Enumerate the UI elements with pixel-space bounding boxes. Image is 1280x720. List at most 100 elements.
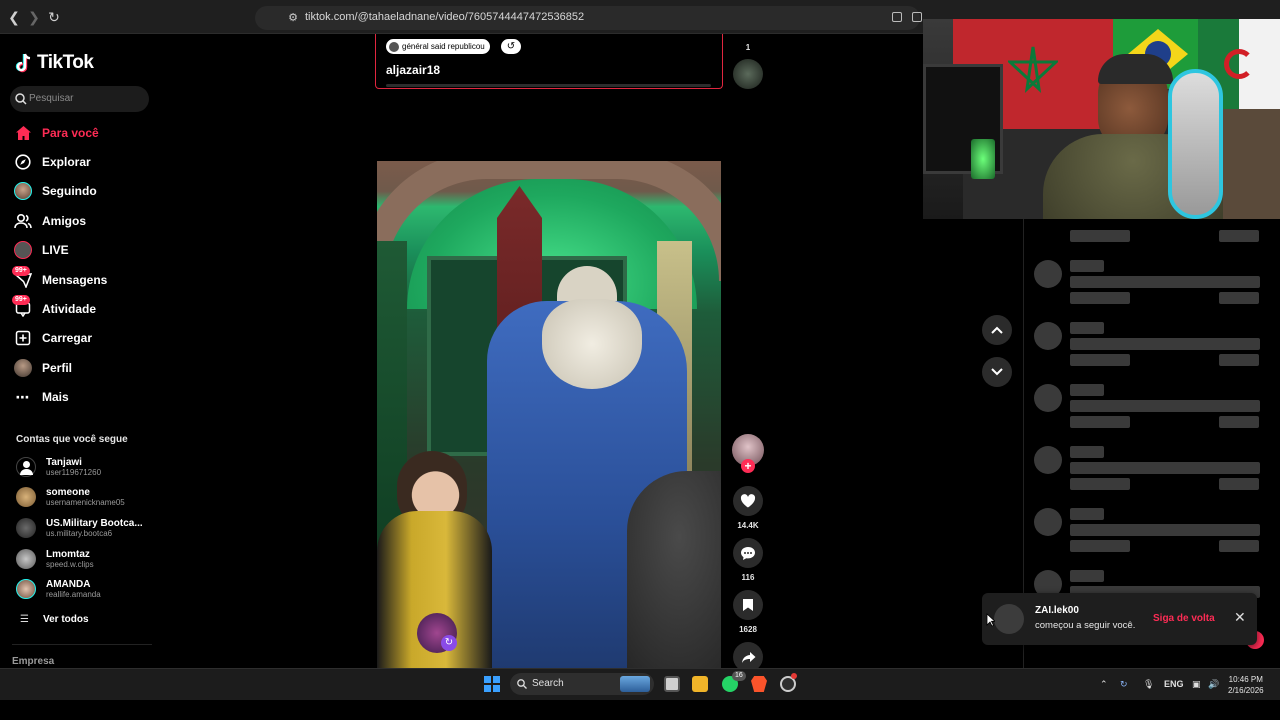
account-item[interactable]: someone usernamenickname05 (16, 483, 125, 511)
account-name: someone (46, 487, 90, 498)
account-username: speed.w.clips (46, 560, 94, 569)
nav-label: Carregar (42, 331, 93, 345)
account-item[interactable]: AMANDA reallife.amanda (16, 575, 101, 603)
forward-icon[interactable]: ❯ (26, 9, 42, 25)
mouse-cursor-icon (986, 613, 995, 627)
footer-link-empresa[interactable]: Empresa (12, 656, 54, 667)
avatar (16, 457, 36, 477)
save-button[interactable] (733, 590, 763, 620)
task-view-icon[interactable] (664, 676, 680, 692)
see-all-button[interactable]: ☰ Ver todos (20, 614, 89, 625)
compass-icon (14, 153, 32, 171)
nav-label: Mensagens (42, 273, 108, 287)
account-item[interactable]: US.Military Bootca... us.military.bootca6 (16, 514, 143, 542)
account-name: AMANDA (46, 579, 91, 590)
repost-avatar (389, 41, 399, 52)
nav-item-seguindo[interactable]: Seguindo (14, 179, 97, 203)
microphone-icon[interactable]: 🎙 (1143, 679, 1154, 690)
nav-item-mensagens[interactable]: 99+ Mensagens (12, 266, 108, 292)
nav-label: Explorar (42, 155, 91, 169)
following-section-title: Contas que você segue (16, 434, 128, 445)
notification-username[interactable]: ZAI.lek00 (1035, 605, 1079, 616)
tiktok-logo[interactable]: TikTok (15, 52, 94, 74)
address-bar[interactable]: ⚙ tiktok.com/@tahaeladnane/video/7605744… (255, 6, 920, 30)
sidebar: TikTok Pesquisar Para você Explorar Segu… (0, 34, 160, 668)
repost-icon[interactable]: ↺ (501, 39, 521, 54)
whatsapp-badge: 16 (732, 671, 746, 681)
nav-label: Perfil (42, 361, 73, 375)
search-placeholder: Pesquisar (29, 93, 74, 104)
nav-item-amigos[interactable]: Amigos (14, 209, 86, 233)
nav-item-carregar[interactable]: Carregar (14, 326, 92, 350)
like-button[interactable] (733, 486, 763, 516)
nav-item-perfil[interactable]: Perfil (14, 356, 72, 380)
sync-icon[interactable]: ↻ (1120, 679, 1128, 690)
file-explorer-icon[interactable] (692, 676, 708, 692)
brave-browser-icon[interactable] (751, 676, 767, 692)
comment-skeleton (1070, 292, 1130, 304)
white-shawl (542, 299, 642, 389)
nav-label: Amigos (42, 214, 87, 228)
nav-item-live[interactable]: LIVE (14, 238, 69, 262)
previous-video-button[interactable] (982, 315, 1012, 345)
couch (1223, 109, 1280, 219)
follow-notification[interactable]: ZAI.lek00 começou a seguir você. Siga de… (982, 593, 1257, 645)
comment-skeleton (1070, 446, 1104, 458)
account-name: Tanjawi (46, 457, 82, 468)
windows-start-icon[interactable] (484, 676, 500, 692)
system-clock[interactable]: 10:46 PM 2/16/2026 (1228, 674, 1264, 696)
more-icon: ⋯ (15, 389, 31, 405)
nav-label: Seguindo (42, 184, 97, 198)
follow-plus-icon[interactable]: + (741, 459, 755, 473)
next-video-button[interactable] (982, 357, 1012, 387)
chevron-up-icon[interactable]: ⌃ (1100, 679, 1108, 690)
comment-skeleton (1219, 416, 1259, 428)
nav-item-explorar[interactable]: Explorar (14, 150, 91, 174)
language-indicator[interactable]: ENG (1164, 679, 1184, 689)
bottom-letterbox (0, 700, 1280, 720)
account-item[interactable]: Tanjawi user119671260 (16, 453, 101, 481)
notification-message: começou a seguir você. (1035, 620, 1136, 631)
activity-badge: 99+ (12, 295, 30, 305)
comment-skeleton (1070, 478, 1130, 490)
extension-icon[interactable] (892, 12, 902, 22)
live-icon (14, 241, 32, 259)
nav-label: Para você (42, 126, 99, 140)
tiktok-note-icon (15, 53, 31, 73)
previous-video-progress[interactable] (386, 84, 711, 87)
foreground-person (627, 471, 721, 668)
comment-skeleton (1219, 292, 1259, 304)
heart-icon (740, 494, 756, 508)
following-avatar-icon (14, 182, 32, 200)
search-input[interactable]: Pesquisar (10, 86, 149, 112)
windows-taskbar: Search 16 ⌃ ↻ 🎙 ENG ▣ 🔊 10:46 PM 2/16/20… (0, 668, 1280, 700)
webcam-overlay (923, 19, 1280, 219)
recording-dot (791, 673, 797, 679)
nav-item-atividade[interactable]: 99+ Atividade (12, 295, 96, 321)
network-icon[interactable]: ▣ (1192, 679, 1201, 690)
follow-back-button[interactable]: Siga de volta (1153, 613, 1215, 624)
video-player[interactable]: ↻ (377, 161, 721, 668)
nav-item-mais[interactable]: ⋯ Mais (14, 385, 69, 409)
back-icon[interactable]: ❮ (6, 9, 22, 25)
messages-badge: 99+ (12, 266, 30, 276)
avatar (16, 579, 36, 599)
comment-skeleton (1219, 230, 1259, 242)
reload-icon[interactable]: ↻ (46, 9, 62, 25)
comment-button[interactable] (733, 538, 763, 568)
previous-video-username[interactable]: aljazair18 (386, 63, 440, 77)
account-username: user119671260 (46, 468, 102, 477)
upload-icon (14, 329, 32, 347)
nav-item-para-voce[interactable]: Para você (14, 121, 99, 145)
taskbar-search[interactable]: Search (510, 673, 654, 695)
volume-icon[interactable]: 🔊 (1208, 679, 1219, 690)
previous-video-card[interactable]: général said republicou ↺ aljazair18 (375, 34, 723, 89)
like-count: 14.4K (737, 521, 759, 530)
account-item[interactable]: Lmomtaz speed.w.clips (16, 545, 94, 573)
cast-icon[interactable] (912, 12, 922, 22)
close-icon[interactable]: ✕ (1234, 609, 1246, 626)
site-settings-icon[interactable]: ⚙ (285, 10, 301, 26)
music-disc-icon[interactable] (733, 59, 763, 89)
repost-tag[interactable]: général said republicou (386, 39, 490, 54)
previous-video-count: 1 (745, 43, 751, 52)
